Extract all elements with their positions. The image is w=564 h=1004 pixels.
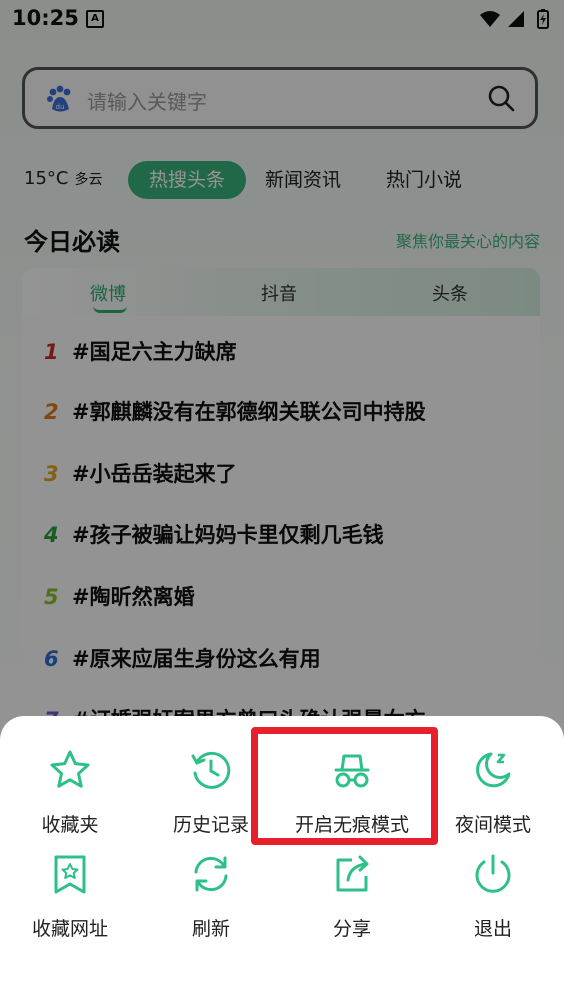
menu-label: 分享 (332, 918, 371, 940)
menu-exit[interactable]: 退出 (423, 852, 563, 941)
highlight-box (251, 727, 438, 845)
menu-label: 收藏网址 (31, 918, 108, 940)
star-icon (0, 748, 140, 796)
menu-refresh[interactable]: 刷新 (141, 852, 281, 941)
power-icon (423, 852, 563, 900)
menu-label: 刷新 (191, 918, 230, 940)
menu-night-mode[interactable]: 夜间模式 (423, 748, 563, 837)
share-icon (282, 852, 422, 900)
menu-bookmark-site[interactable]: 收藏网址 (0, 852, 140, 941)
bookmark-icon (0, 852, 140, 900)
refresh-icon (141, 852, 281, 900)
moon-icon (423, 748, 563, 796)
menu-label: 退出 (473, 918, 512, 940)
menu-label: 收藏夹 (41, 814, 99, 836)
menu-favorites[interactable]: 收藏夹 (0, 748, 140, 837)
menu-share[interactable]: 分享 (282, 852, 422, 941)
menu-label: 夜间模式 (454, 814, 531, 836)
